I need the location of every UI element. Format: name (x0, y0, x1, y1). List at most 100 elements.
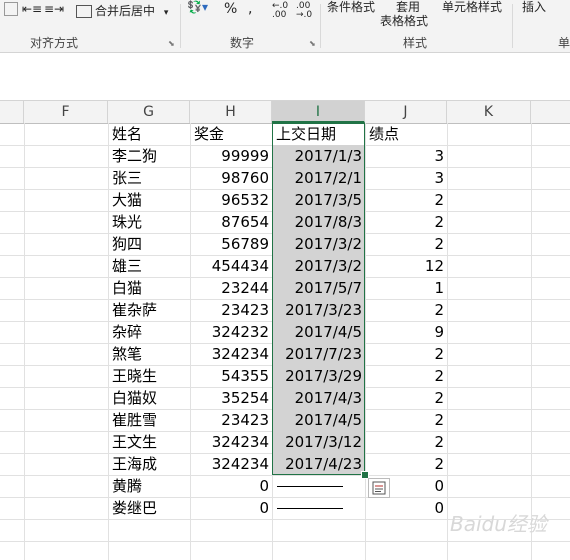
indent-decrease-icon[interactable]: ⇤≡ (22, 2, 42, 16)
column-header-g[interactable]: G (108, 101, 190, 123)
cell-name[interactable]: 白猫奴 (108, 387, 190, 409)
comma-button[interactable]: , (248, 1, 252, 17)
cell-name[interactable]: 王海成 (108, 453, 190, 475)
cell-name[interactable]: 黄腾 (108, 475, 190, 497)
cell-bonus[interactable]: 324232 (190, 321, 272, 343)
cell-name[interactable]: 娄继巴 (108, 497, 190, 519)
column-header-j[interactable]: J (365, 101, 447, 123)
cell-name[interactable]: 狗四 (108, 233, 190, 255)
cell-name[interactable]: 大猫 (108, 189, 190, 211)
cell-bonus[interactable]: 324234 (190, 343, 272, 365)
cell-score[interactable]: 3 (365, 145, 447, 167)
insert-button[interactable]: 插入 (522, 0, 546, 15)
cell-name[interactable]: 王晓生 (108, 365, 190, 387)
sheet-grid[interactable]: 姓名 奖金 上交日期 绩点 李二狗 99999 2017/1/3 3 张三 98… (0, 123, 570, 560)
cell-bonus[interactable]: 454434 (190, 255, 272, 277)
cell-bonus[interactable]: 54355 (190, 365, 272, 387)
header-score[interactable]: 绩点 (365, 123, 447, 145)
cell-bonus[interactable]: 23244 (190, 277, 272, 299)
indent-increase-icon[interactable]: ≡⇥ (44, 2, 64, 16)
cell-date[interactable]: 2017/4/5 (273, 321, 365, 343)
wrap-text-icon[interactable] (4, 2, 18, 16)
conditional-format-button[interactable]: 条件格式 (327, 0, 375, 15)
cell-bonus[interactable]: 23423 (190, 409, 272, 431)
chevron-down-icon[interactable]: ▾ (164, 8, 169, 18)
cell-bonus[interactable]: 0 (190, 497, 272, 519)
cell-score[interactable]: 2 (365, 233, 447, 255)
column-header-bar: F G H I J K (0, 100, 570, 124)
cell-bonus[interactable]: 96532 (190, 189, 272, 211)
cell-bonus[interactable]: 324234 (190, 431, 272, 453)
cell-date[interactable]: 2017/5/7 (273, 277, 365, 299)
header-date[interactable]: 上交日期 (272, 123, 365, 145)
header-bonus[interactable]: 奖金 (190, 123, 272, 145)
column-header-k[interactable]: K (447, 101, 531, 123)
cell-date[interactable]: 2017/4/23 (273, 453, 365, 475)
cell-date[interactable]: 2017/4/5 (273, 409, 365, 431)
cell-name[interactable]: 崔杂萨 (108, 299, 190, 321)
cell-bonus[interactable]: 56789 (190, 233, 272, 255)
cell-bonus[interactable]: 0 (190, 475, 272, 497)
cell-score[interactable]: 2 (365, 299, 447, 321)
quick-analysis-icon[interactable] (368, 478, 390, 498)
cell-score[interactable]: 3 (365, 167, 447, 189)
cell-date[interactable]: 2017/8/3 (273, 211, 365, 233)
cell-score[interactable]: 12 (365, 255, 447, 277)
cell-name[interactable]: 煞笔 (108, 343, 190, 365)
cell-score[interactable]: 0 (365, 497, 447, 519)
cell-name[interactable]: 张三 (108, 167, 190, 189)
cell-name[interactable]: 王文生 (108, 431, 190, 453)
column-header-l[interactable] (531, 101, 570, 123)
increase-decimal-icon[interactable]: ←.0.00 (272, 2, 288, 20)
table-format-button[interactable]: 表格格式 (380, 12, 428, 29)
column-header-i[interactable]: I (272, 101, 365, 123)
cell-bonus[interactable]: 98760 (190, 167, 272, 189)
decrease-decimal-icon[interactable]: .00 →.0 (296, 2, 312, 20)
cell-bonus[interactable]: 35254 (190, 387, 272, 409)
cell-score[interactable]: 2 (365, 211, 447, 233)
dialog-launcher-icon[interactable]: ⬊ (309, 39, 316, 48)
cell-date[interactable]: 2017/3/2 (273, 255, 365, 277)
cell-bonus[interactable]: 99999 (190, 145, 272, 167)
cell-score[interactable]: 2 (365, 189, 447, 211)
divider (180, 4, 181, 48)
cell-date[interactable]: 2017/3/23 (273, 299, 365, 321)
group-label-cells: 单 (558, 36, 570, 50)
cell-score[interactable]: 2 (365, 343, 447, 365)
cell-name[interactable]: 白猫 (108, 277, 190, 299)
column-header-h[interactable]: H (190, 101, 272, 123)
cell-date[interactable]: 2017/3/5 (273, 189, 365, 211)
cell-date[interactable]: 2017/3/29 (273, 365, 365, 387)
cell-bonus[interactable]: 324234 (190, 453, 272, 475)
header-name[interactable]: 姓名 (108, 123, 190, 145)
currency-icon[interactable]: 💱▾ (187, 0, 208, 14)
cell-score[interactable]: 2 (365, 387, 447, 409)
cell-styles-button[interactable]: 单元格样式 (442, 0, 502, 15)
cell-date[interactable]: 2017/3/2 (273, 233, 365, 255)
cell-name[interactable]: 杂碎 (108, 321, 190, 343)
merge-center-button[interactable]: 合并后居中 ▾ (76, 2, 168, 19)
cell-date[interactable]: 2017/3/12 (273, 431, 365, 453)
cell-name[interactable]: 珠光 (108, 211, 190, 233)
cell-score[interactable]: 2 (365, 453, 447, 475)
ribbon: ⇤≡ ≡⇥ 合并后居中 ▾ 对齐方式 ⬊ 💱▾ % , ←.0.00 .00 →.… (0, 0, 570, 53)
cell-score[interactable]: 2 (365, 431, 447, 453)
cell-bonus[interactable]: 23423 (190, 299, 272, 321)
cell-score[interactable]: 1 (365, 277, 447, 299)
cell-name[interactable]: 崔胜雪 (108, 409, 190, 431)
column-header-f[interactable]: F (24, 101, 108, 123)
cell-name[interactable]: 雄三 (108, 255, 190, 277)
dialog-launcher-icon[interactable]: ⬊ (168, 39, 175, 48)
empty-date-cell-line (277, 486, 343, 487)
cell-name[interactable]: 李二狗 (108, 145, 190, 167)
cell-score[interactable]: 9 (365, 321, 447, 343)
cell-date[interactable]: 2017/7/23 (273, 343, 365, 365)
cell-date[interactable]: 2017/2/1 (273, 167, 365, 189)
cell-score[interactable]: 2 (365, 409, 447, 431)
cell-date[interactable]: 2017/1/3 (273, 145, 365, 167)
cell-date[interactable]: 2017/4/3 (273, 387, 365, 409)
divider (320, 4, 321, 48)
cell-score[interactable]: 2 (365, 365, 447, 387)
percent-button[interactable]: % (224, 1, 237, 17)
cell-bonus[interactable]: 87654 (190, 211, 272, 233)
